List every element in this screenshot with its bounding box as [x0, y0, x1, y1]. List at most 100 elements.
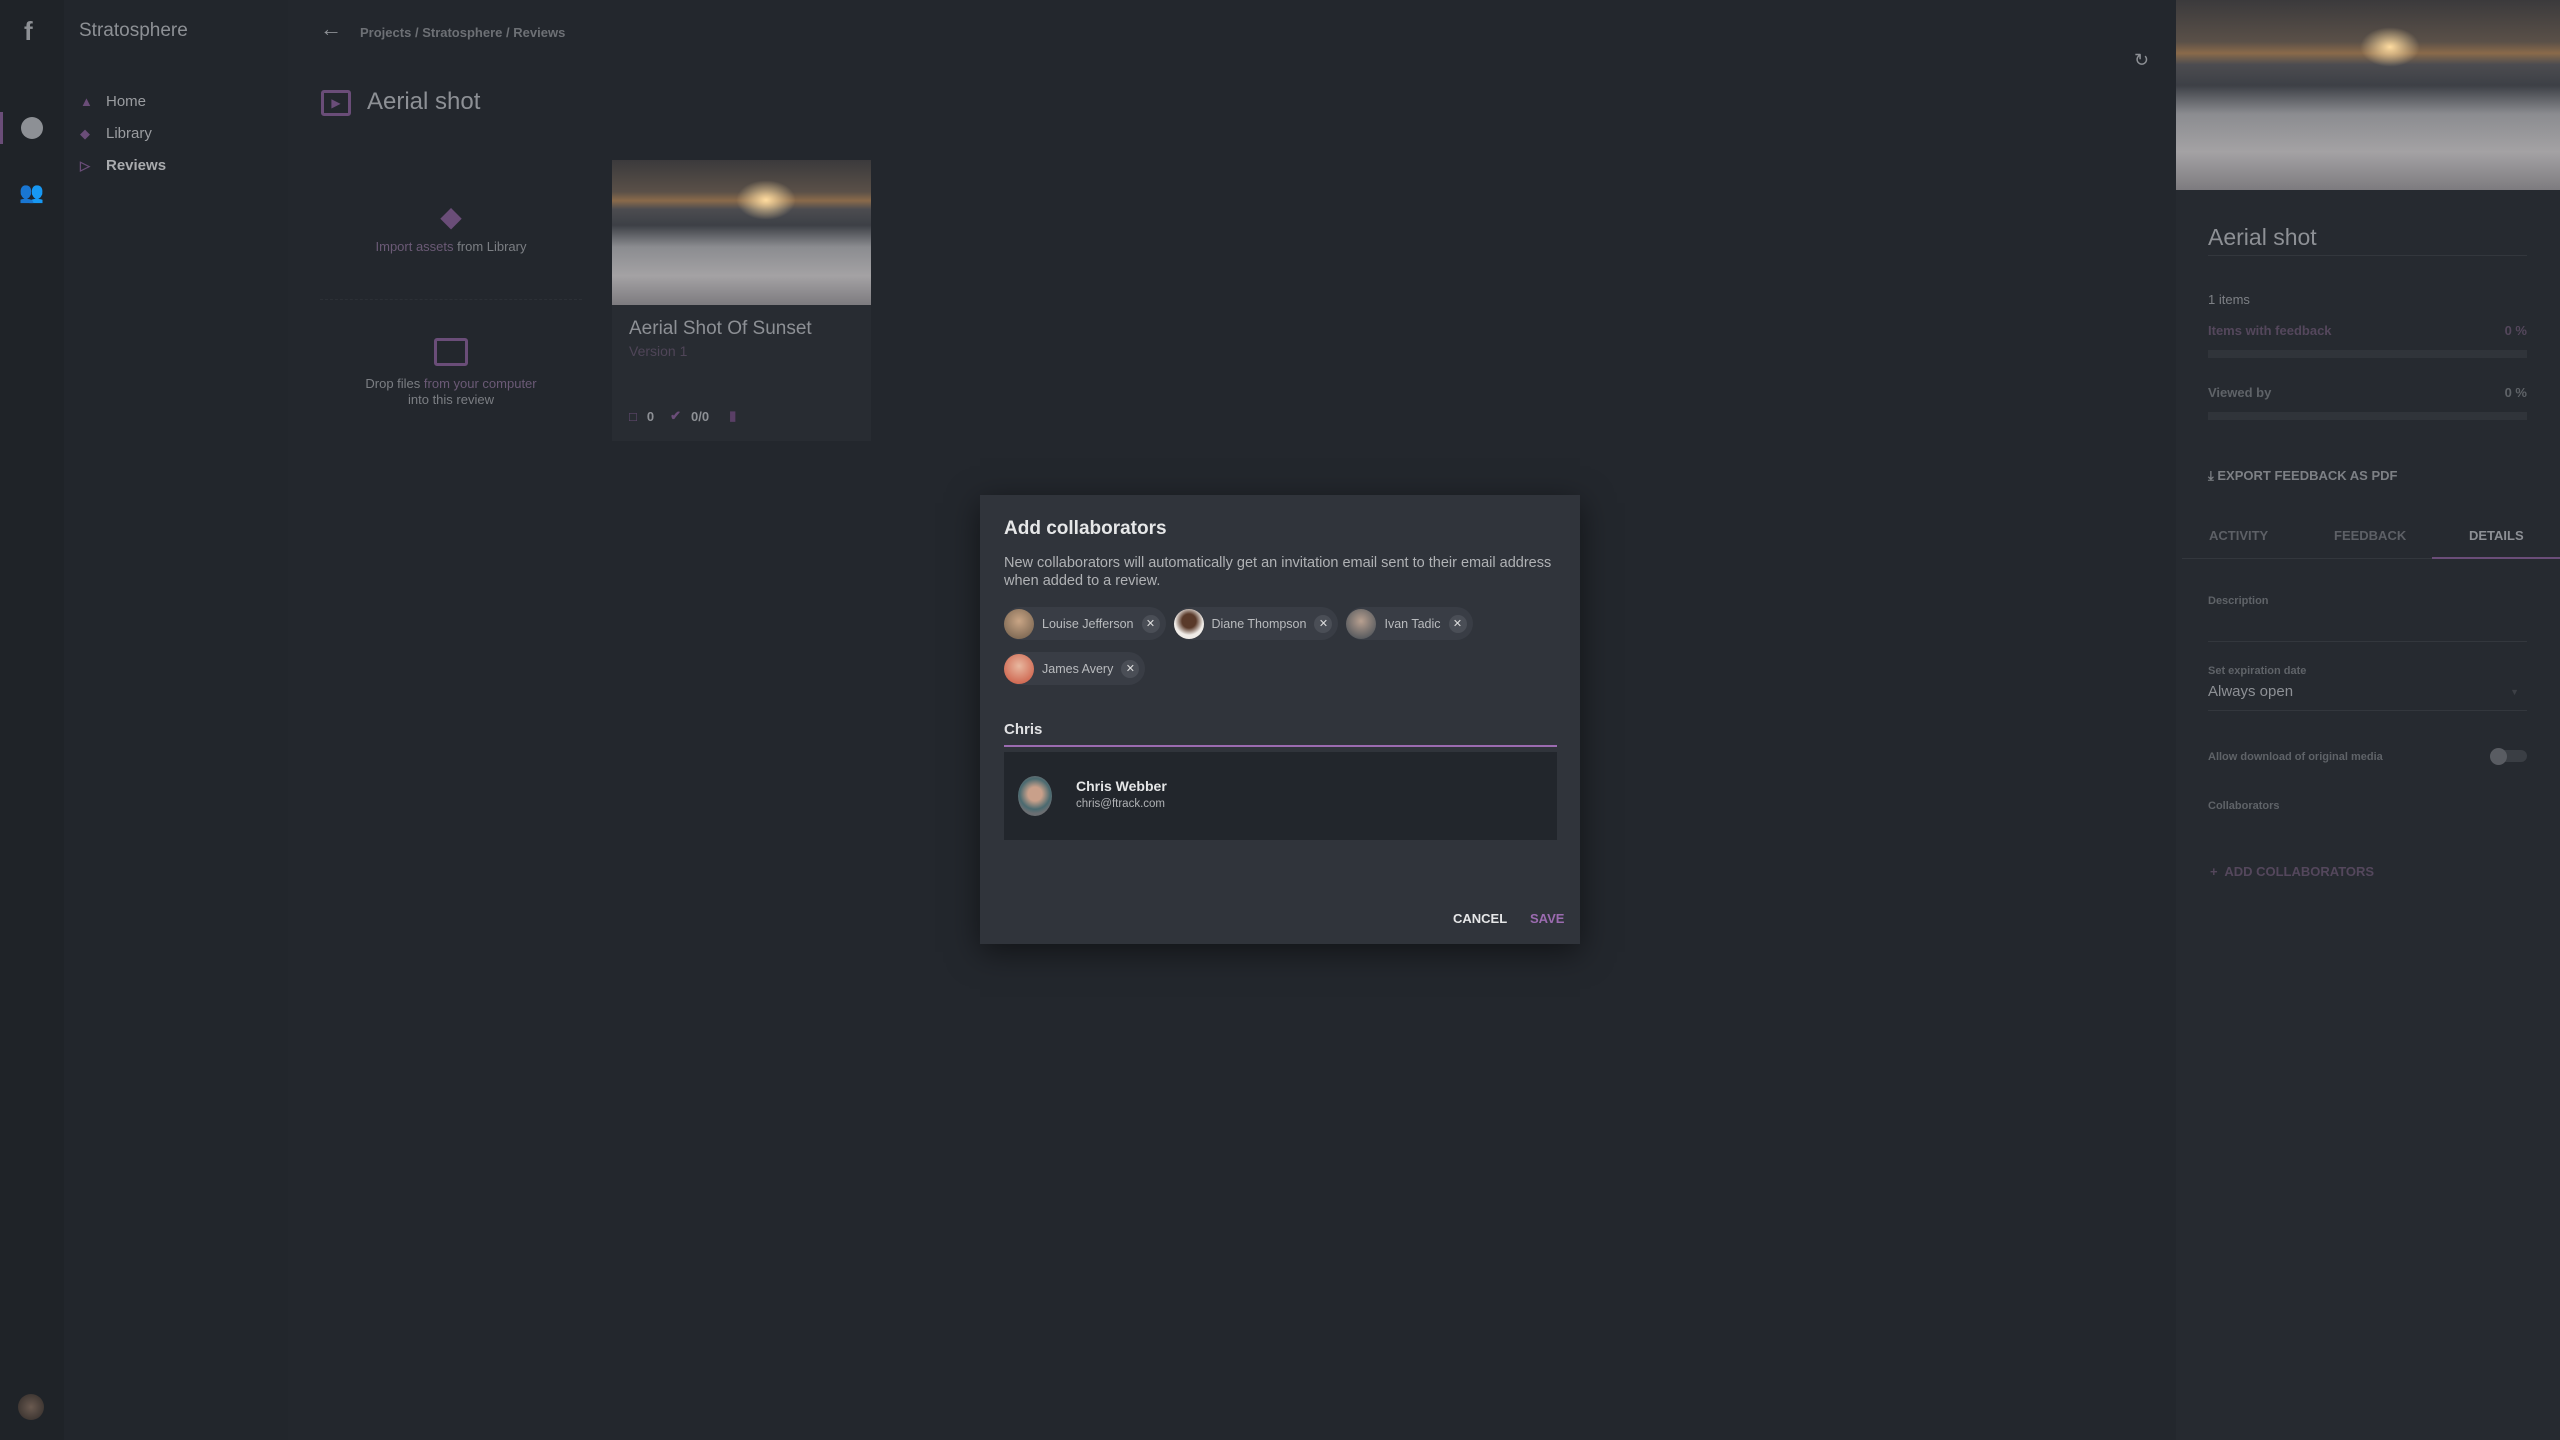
- chip-label: Louise Jefferson: [1042, 616, 1134, 631]
- save-button[interactable]: SAVE: [1530, 911, 1564, 926]
- approval-icon: ✔: [670, 408, 681, 423]
- plus-icon: +: [2210, 864, 2218, 879]
- drop-text-2: into this review: [408, 392, 494, 407]
- feedback-label: Items with feedback: [2208, 323, 2332, 338]
- back-arrow-icon[interactable]: ←: [320, 16, 342, 42]
- app-logo[interactable]: f: [24, 16, 33, 47]
- export-label: EXPORT FEEDBACK AS PDF: [2217, 468, 2398, 483]
- approval-count: 0/0: [691, 408, 710, 424]
- import-assets-link[interactable]: Import assets: [376, 239, 454, 254]
- expiration-value: Always open: [2208, 683, 2294, 700]
- remove-chip-icon[interactable]: ✕: [1141, 614, 1160, 633]
- project-sidebar: Stratosphere: [64, 0, 288, 1440]
- panel-title[interactable]: Aerial shot: [2208, 224, 2527, 256]
- page-title: Aerial shot: [367, 88, 481, 115]
- breadcrumb-stratosphere[interactable]: Stratosphere: [422, 25, 502, 40]
- dialog-title: Add collaborators: [1004, 518, 1167, 539]
- avatar: [1173, 608, 1204, 639]
- comment-icon: □: [629, 408, 637, 424]
- viewed-label: Viewed by: [2208, 385, 2272, 400]
- avatar: [1004, 608, 1034, 639]
- review-icon: ▷: [80, 157, 90, 173]
- drop-text: Drop files: [365, 376, 424, 391]
- comment-count: 0: [646, 408, 655, 424]
- feedback-progress: [2208, 350, 2527, 358]
- from-computer-link[interactable]: from your computer: [424, 376, 537, 391]
- avatar: [1346, 608, 1377, 639]
- remove-chip-icon[interactable]: ✕: [1448, 614, 1467, 633]
- breadcrumb-separator: /: [506, 25, 510, 40]
- card-version: Version 1: [629, 343, 688, 359]
- avatar: [1018, 776, 1052, 816]
- review-details-panel: Aerial shot 1 items Items with feedback …: [2176, 0, 2560, 1440]
- tab-details[interactable]: DETAILS: [2469, 528, 2524, 543]
- add-collaborators-label: ADD COLLABORATORS: [2224, 864, 2375, 879]
- sidebar-item-label: Home: [106, 93, 147, 110]
- remove-chip-icon[interactable]: ✕: [1314, 614, 1333, 633]
- panel-thumbnail: [2176, 0, 2560, 190]
- sidebar-item-home[interactable]: ▲ Home: [80, 93, 146, 110]
- breadcrumb: Projects / Stratosphere / Reviews: [360, 25, 565, 40]
- feedback-percent: 0 %: [2504, 323, 2527, 338]
- add-collaborators-button[interactable]: + ADD COLLABORATORS: [2210, 864, 2374, 879]
- breadcrumb-projects[interactable]: Projects: [360, 25, 411, 40]
- app-rail: f 👥: [0, 0, 64, 1440]
- suggestion-item[interactable]: Chris Webber chris@ftrack.com: [1004, 752, 1557, 840]
- card-title: Aerial Shot Of Sunset: [629, 318, 812, 339]
- review-icon: ▶: [321, 90, 351, 116]
- collaborator-chip: Ivan Tadic ✕: [1346, 607, 1473, 640]
- tab-activity[interactable]: ACTIVITY: [2209, 528, 2268, 543]
- chip-label: Ivan Tadic: [1384, 616, 1441, 631]
- collaborators-label: Collaborators: [2208, 800, 2280, 812]
- tab-feedback[interactable]: FEEDBACK: [2334, 528, 2406, 543]
- collaborator-chip: Diane Thompson ✕: [1173, 607, 1339, 640]
- viewed-progress: [2208, 412, 2527, 420]
- breadcrumb-separator: /: [414, 25, 419, 40]
- sidebar-item-label: Reviews: [106, 157, 167, 174]
- input-value: Chris: [1004, 721, 1043, 738]
- drop-files-zone[interactable]: Drop files from your computer into this r…: [320, 302, 582, 442]
- expiration-select[interactable]: Always open ▼: [2208, 683, 2527, 711]
- user-avatar[interactable]: [18, 1394, 44, 1420]
- review-item-card[interactable]: Aerial Shot Of Sunset Version 1 □ 0 ✔ 0/0 …: [612, 160, 871, 441]
- collaborator-chip: Louise Jefferson ✕: [1004, 607, 1166, 640]
- users-icon[interactable]: 👥: [19, 180, 44, 205]
- layers-icon: ◆: [80, 125, 90, 141]
- film-icon: ▮: [729, 408, 737, 423]
- active-tab-indicator: [2432, 557, 2560, 559]
- project-name: Stratosphere: [79, 20, 188, 41]
- items-count: 1 items: [2208, 292, 2250, 307]
- download-icon: ⤓: [2208, 468, 2214, 483]
- viewed-percent: 0 %: [2504, 385, 2527, 400]
- remove-chip-icon[interactable]: ✕: [1121, 659, 1140, 678]
- add-collaborators-dialog: Add collaborators New collaborators will…: [980, 495, 1580, 944]
- breadcrumb-reviews[interactable]: Reviews: [513, 25, 565, 40]
- suggestion-name: Chris Webber: [1076, 778, 1167, 794]
- chip-label: James Avery: [1042, 661, 1114, 676]
- collaborator-chips: Louise Jefferson ✕ Diane Thompson ✕ Ivan T…: [1004, 607, 1504, 685]
- expiration-label: Set expiration date: [2208, 665, 2307, 677]
- dialog-description: New collaborators will automatically get…: [1004, 555, 1552, 589]
- description-label: Description: [2208, 595, 2269, 607]
- refresh-icon[interactable]: ↻: [2134, 50, 2149, 71]
- circle-icon[interactable]: [21, 117, 43, 139]
- sidebar-item-library[interactable]: ◆ Library: [80, 125, 152, 142]
- layers-icon: ◆: [440, 201, 462, 232]
- download-toggle[interactable]: [2490, 748, 2527, 765]
- thumbnail-image[interactable]: [612, 160, 871, 305]
- avatar: [1004, 653, 1034, 684]
- home-icon: ▲: [80, 93, 93, 109]
- cancel-button[interactable]: CANCEL: [1453, 911, 1507, 926]
- chevron-down-icon: ▼: [2510, 687, 2519, 697]
- description-field[interactable]: [2208, 615, 2527, 642]
- download-label: Allow download of original media: [2208, 751, 2383, 763]
- collaborator-search-input[interactable]: Chris: [1004, 721, 1557, 747]
- sidebar-item-label: Library: [106, 125, 152, 142]
- collaborator-chip: James Avery ✕: [1004, 652, 1146, 685]
- import-assets-zone[interactable]: ◆ Import assets from Library: [320, 160, 582, 300]
- chip-label: Diane Thompson: [1211, 616, 1307, 631]
- export-pdf-button[interactable]: ⤓ EXPORT FEEDBACK AS PDF: [2208, 468, 2397, 484]
- sidebar-item-reviews[interactable]: ▷ Reviews: [80, 157, 166, 174]
- rail-active-indicator: [0, 112, 3, 144]
- suggestion-email: chris@ftrack.com: [1076, 798, 1165, 810]
